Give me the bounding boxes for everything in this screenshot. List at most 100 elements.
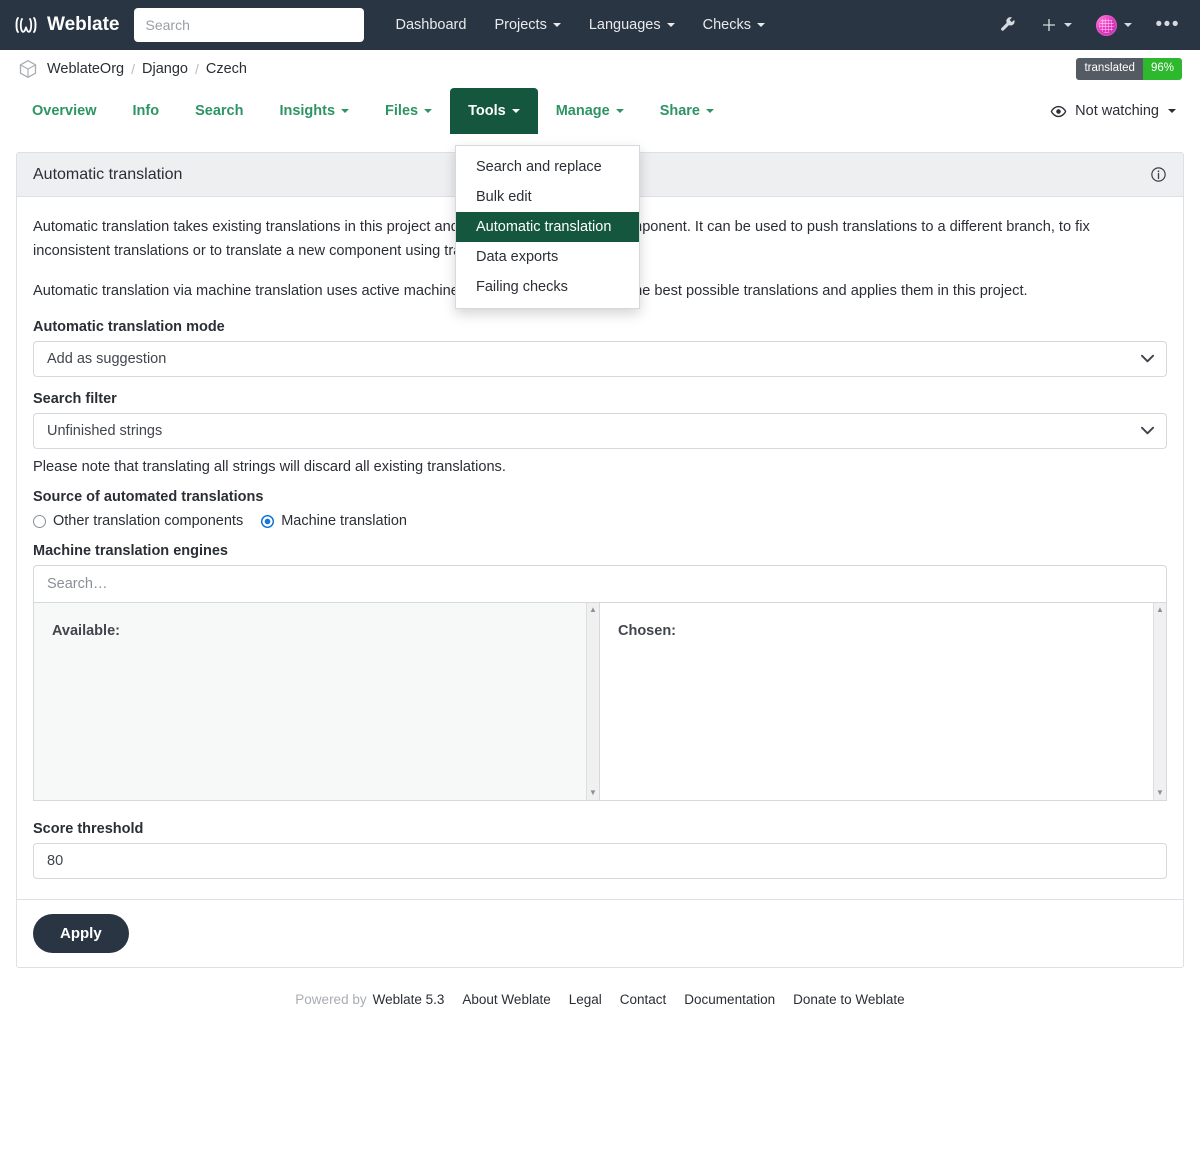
- component-tabs: Overview Info Search Insights Files Tool…: [0, 88, 1200, 134]
- user-menu-button[interactable]: [1095, 14, 1132, 36]
- score-threshold-input[interactable]: [33, 843, 1167, 879]
- plus-icon: [1042, 19, 1055, 31]
- footer-link-weblate-version[interactable]: Weblate 5.3: [373, 992, 445, 1007]
- nav-item-projects[interactable]: Projects: [494, 17, 561, 33]
- nav-label: Languages: [588, 17, 661, 33]
- menu-item-failing-checks[interactable]: Failing checks: [456, 272, 639, 302]
- tools-wrench-button[interactable]: [999, 16, 1017, 34]
- chevron-down-icon: [552, 23, 561, 27]
- tab-overview[interactable]: Overview: [18, 88, 115, 134]
- add-new-button[interactable]: [1041, 17, 1072, 33]
- tab-label: Manage: [555, 103, 610, 119]
- radio-indicator-selected: [261, 514, 275, 528]
- available-label: Available:: [52, 623, 120, 639]
- scroll-down-icon[interactable]: ▼: [1156, 786, 1164, 800]
- primary-nav: Dashboard Projects Languages Checks: [396, 17, 765, 33]
- menu-item-bulk-edit[interactable]: Bulk edit: [456, 182, 639, 212]
- tools-dropdown-menu: Search and replace Bulk edit Automatic t…: [455, 145, 640, 309]
- chevron-down-icon: [615, 109, 624, 113]
- nav-label: Checks: [702, 17, 751, 33]
- scroll-down-icon[interactable]: ▼: [589, 786, 597, 800]
- apply-button[interactable]: Apply: [33, 914, 129, 953]
- radio-indicator: [33, 514, 46, 528]
- nav-label: Projects: [494, 17, 547, 33]
- tab-tools[interactable]: Tools: [450, 88, 538, 134]
- breadcrumb-separator: /: [131, 61, 135, 77]
- search-filter-hint: Please note that translating all strings…: [33, 459, 506, 475]
- chevron-down-icon: [1123, 23, 1132, 27]
- tab-files[interactable]: Files: [367, 88, 450, 134]
- radio-label: Machine translation: [281, 513, 407, 529]
- chevron-down-icon: [666, 23, 675, 27]
- scroll-up-icon[interactable]: ▲: [589, 603, 597, 617]
- nav-item-checks[interactable]: Checks: [703, 17, 765, 33]
- wrench-icon: [1000, 17, 1015, 31]
- radio-other-translation-components[interactable]: Other translation components: [33, 513, 243, 529]
- source-radio-group: Other translation components Machine tra…: [33, 513, 1167, 529]
- chosen-scrollbar[interactable]: ▲ ▼: [1153, 603, 1166, 800]
- tab-label: Share: [659, 103, 700, 119]
- filter-select-wrapper: [33, 413, 1167, 449]
- breadcrumb-separator: /: [194, 61, 199, 77]
- cube-icon: [19, 60, 37, 79]
- mode-label: Automatic translation mode: [33, 319, 225, 335]
- brand-home-link[interactable]: Weblate: [14, 13, 120, 37]
- tab-label: Files: [385, 103, 419, 119]
- tab-label: Info: [132, 103, 160, 119]
- breadcrumb: WeblateOrg / Django / Czech translated 9…: [0, 50, 1200, 88]
- mode-select-wrapper: [33, 341, 1167, 377]
- navbar-actions: •••: [999, 14, 1186, 36]
- tab-label: Search: [195, 103, 244, 119]
- search-filter-label: Search filter: [33, 391, 117, 407]
- chevron-down-icon: [1168, 109, 1176, 113]
- watch-status-button[interactable]: Not watching: [1050, 88, 1182, 134]
- chevron-down-icon: [511, 109, 520, 113]
- footer-link-about[interactable]: About Weblate: [462, 992, 550, 1007]
- chevron-down-icon: [424, 109, 433, 113]
- footer-link-documentation[interactable]: Documentation: [684, 992, 775, 1007]
- tab-search[interactable]: Search: [177, 88, 261, 134]
- breadcrumb-item-org[interactable]: WeblateOrg: [47, 61, 124, 77]
- breadcrumb-item-language[interactable]: Czech: [206, 61, 247, 77]
- tab-insights[interactable]: Insights: [261, 88, 367, 134]
- watch-label: Not watching: [1075, 103, 1159, 119]
- score-threshold-label: Score threshold: [33, 821, 144, 837]
- page-footer: Powered by Weblate 5.3 About Weblate Leg…: [0, 968, 1200, 1007]
- global-search-input[interactable]: [133, 8, 364, 42]
- tab-share[interactable]: Share: [642, 88, 732, 134]
- tab-label: Tools: [468, 103, 506, 119]
- available-scrollbar[interactable]: ▲ ▼: [586, 603, 599, 800]
- status-badge: translated 96%: [1076, 57, 1182, 81]
- engines-label: Machine translation engines: [33, 543, 228, 559]
- engines-search-input[interactable]: [33, 565, 1167, 603]
- radio-machine-translation[interactable]: Machine translation: [261, 513, 407, 529]
- footer-link-donate[interactable]: Donate to Weblate: [793, 992, 905, 1007]
- source-label: Source of automated translations: [33, 489, 264, 505]
- page-title: Automatic translation: [33, 165, 183, 183]
- engines-available-pane[interactable]: Available: ▲ ▼: [34, 603, 600, 800]
- footer-link-contact[interactable]: Contact: [620, 992, 667, 1007]
- breadcrumb-item-project[interactable]: Django: [142, 61, 188, 77]
- info-circle-icon: [1151, 167, 1166, 182]
- engines-chosen-pane[interactable]: Chosen: ▲ ▼: [600, 603, 1166, 800]
- weblate-logo-icon: [15, 17, 37, 33]
- automatic-translation-mode-select[interactable]: [33, 341, 1167, 377]
- chosen-label: Chosen:: [618, 623, 676, 639]
- card-footer: Apply: [17, 899, 1183, 967]
- status-badge-value: 96%: [1142, 57, 1182, 81]
- tab-manage[interactable]: Manage: [538, 88, 642, 134]
- more-menu-button[interactable]: •••: [1156, 15, 1180, 34]
- menu-item-data-exports[interactable]: Data exports: [456, 242, 639, 272]
- menu-item-search-and-replace[interactable]: Search and replace: [456, 152, 639, 182]
- tab-label: Overview: [32, 103, 97, 119]
- scroll-up-icon[interactable]: ▲: [1156, 603, 1164, 617]
- menu-item-automatic-translation[interactable]: Automatic translation: [456, 212, 639, 242]
- nav-item-languages[interactable]: Languages: [589, 17, 675, 33]
- chevron-down-icon: [756, 23, 765, 27]
- footer-link-legal[interactable]: Legal: [569, 992, 602, 1007]
- search-filter-select[interactable]: [33, 413, 1167, 449]
- tab-info[interactable]: Info: [115, 88, 178, 134]
- info-help-button[interactable]: [1150, 166, 1167, 183]
- chevron-down-icon: [1063, 23, 1072, 27]
- nav-item-dashboard[interactable]: Dashboard: [396, 17, 467, 33]
